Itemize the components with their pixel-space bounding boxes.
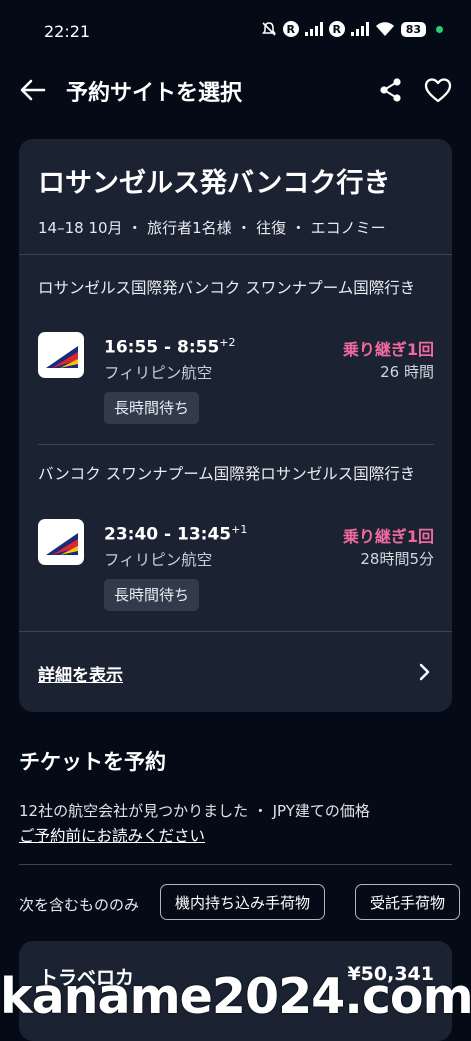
read-before-booking-link[interactable]: ご予約前にお読みください <box>19 824 205 846</box>
booking-section-title: チケットを予約 <box>19 750 166 774</box>
leg-duration: 28時間5分 <box>360 550 434 568</box>
long-layover-tag: 長時間待ち <box>104 579 200 611</box>
carry-on-filter-chip[interactable]: 機内持ち込み手荷物 <box>160 884 326 920</box>
leg-divider <box>38 444 434 445</box>
chevron-right-icon[interactable] <box>417 663 431 681</box>
leg-times: 16:55 - 8:55+2 <box>104 336 236 358</box>
show-details-link[interactable]: 詳細を表示 <box>38 661 123 686</box>
signal-icon-2 <box>350 22 369 36</box>
leg-route: ロサンゼルス国際発バンコク スワンナプーム国際行き <box>38 279 416 297</box>
section-divider <box>19 864 452 865</box>
status-bar: 22:21 R R 83 <box>0 0 471 62</box>
app-bar: 予約サイトを選択 <box>0 62 471 118</box>
leg-day-offset: +2 <box>219 336 236 349</box>
filter-label: 次を含むもののみ <box>19 896 140 914</box>
trip-summary: 14–18 10月 ・ 旅行者1名様 ・ 往復 ・ エコノミー <box>38 219 386 237</box>
leg-airline: フィリピン航空 <box>104 364 213 382</box>
checked-bag-filter-chip[interactable]: 受託手荷物 <box>355 884 461 920</box>
leg-duration: 26 時間 <box>380 363 434 381</box>
long-layover-tag: 長時間待ち <box>104 392 200 424</box>
roaming-icon: R <box>282 21 299 37</box>
leg-time-range: 16:55 - 8:55 <box>104 337 220 358</box>
trip-title: ロサンゼルス発バンコク行き <box>38 168 391 199</box>
privacy-dot-icon <box>436 25 443 33</box>
roaming-icon-2: R <box>328 21 345 37</box>
airline-logo-icon <box>38 519 84 565</box>
leg-airline: フィリピン航空 <box>104 551 213 569</box>
itinerary-card: ロサンゼルス発バンコク行き 14–18 10月 ・ 旅行者1名様 ・ 往復 ・ … <box>19 139 452 712</box>
back-arrow-icon[interactable] <box>18 76 48 104</box>
status-icons: R R 83 <box>261 21 443 37</box>
leg-time-range: 23:40 - 13:45 <box>104 524 232 545</box>
card-divider <box>19 254 452 255</box>
card-divider <box>19 631 452 632</box>
wifi-icon <box>375 22 394 36</box>
results-summary: 12社の航空会社が見つかりました ・ JPY建ての価格 <box>19 802 370 820</box>
share-icon[interactable] <box>377 76 405 104</box>
status-time: 22:21 <box>44 22 91 41</box>
signal-icon <box>304 22 323 36</box>
heart-icon[interactable] <box>423 76 453 104</box>
outbound-leg[interactable]: ロサンゼルス国際発バンコク スワンナプーム国際行き 16:55 - 8:55+2… <box>38 277 434 427</box>
battery-icon: 83 <box>400 21 426 37</box>
leg-day-offset: +1 <box>231 523 248 536</box>
watermark: kaname2024.com <box>0 968 471 1025</box>
leg-times: 23:40 - 13:45+1 <box>104 523 247 545</box>
return-leg[interactable]: バンコク スワンナプーム国際発ロサンゼルス国際行き 23:40 - 13:45+… <box>38 463 434 613</box>
leg-stops: 乗り継ぎ1回 <box>342 527 434 546</box>
page-title: 予約サイトを選択 <box>66 81 243 106</box>
mute-icon <box>261 22 276 36</box>
leg-stops: 乗り継ぎ1回 <box>342 340 434 359</box>
airline-logo-icon <box>38 332 84 378</box>
leg-route: バンコク スワンナプーム国際発ロサンゼルス国際行き <box>38 465 416 483</box>
